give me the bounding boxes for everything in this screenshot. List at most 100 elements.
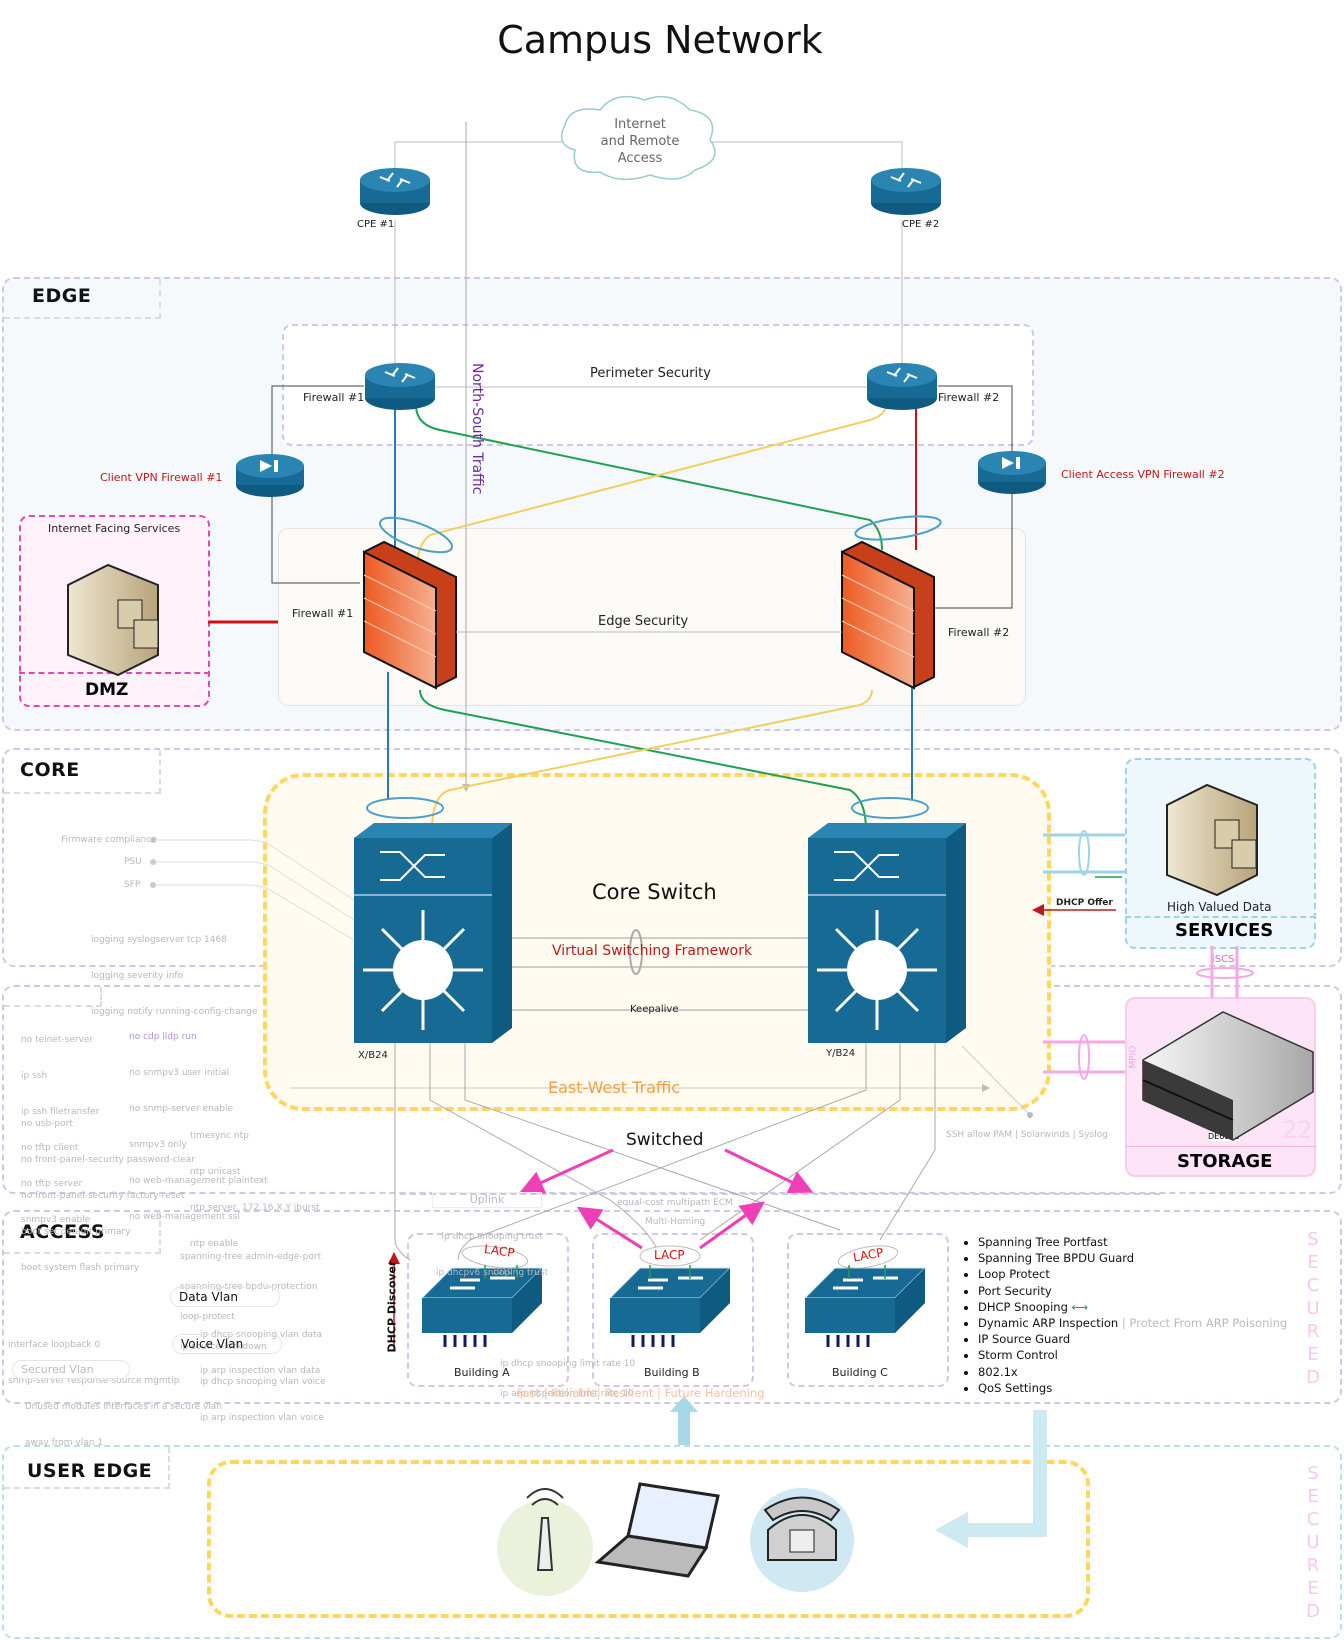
storage-array-icon [1142, 1011, 1314, 1141]
feature-dai: Dynamic ARP Inspection [978, 1316, 1119, 1331]
config-line: interface loopback 0 [8, 1340, 101, 1350]
edge-security-label: Edge Security [598, 614, 689, 629]
perimeter-firewall-1-icon [365, 363, 435, 410]
monitor-psu: PSU [124, 857, 142, 867]
access-switch-c-icon [803, 1267, 927, 1347]
secured-letter: D [1306, 1367, 1320, 1388]
secured-letter: S [1307, 1229, 1319, 1250]
perimeter-security-label: Perimeter Security [590, 366, 711, 381]
tagline: Fast | Reliable| Resilient | Future Hard… [517, 1386, 765, 1400]
feature-item: DHCP Snooping ⟷ [978, 1299, 1287, 1315]
switch-left-label: X/B24 [358, 1050, 388, 1061]
secured-letter: E [1307, 1578, 1319, 1599]
cpe1-label: CPE #1 [357, 219, 395, 230]
config-line: no snmpv3 user initial [129, 1068, 230, 1078]
config-line: timesync ntp [190, 1131, 249, 1141]
hardening-config: no usb-port no front-panel-security pass… [21, 1094, 195, 1286]
vpn2-label: Client Access VPN Firewall #2 [1061, 468, 1225, 481]
feature-item: Port Security [978, 1283, 1287, 1299]
dhcp-offer-label: DHCP Offer [1056, 898, 1113, 908]
switched-label: Switched [626, 1130, 704, 1150]
vpn2-link [935, 385, 1013, 609]
access-point-icon [497, 1488, 593, 1596]
config-line: no front-panel-security password-clear [21, 1155, 195, 1165]
monitor-firmware: Firmware compliance [61, 835, 157, 845]
edge-firewall-1-icon [362, 540, 457, 690]
core-switch-label: Core Switch [592, 880, 717, 904]
secured-letter: R [1306, 1555, 1320, 1576]
secured-letter: C [1306, 1275, 1320, 1296]
cpe2-label: CPE #2 [902, 219, 940, 230]
secured-letter: S [1307, 1463, 1319, 1484]
config-line: boot system flash primary [21, 1263, 140, 1273]
ecm-label: equal-cost multipath ECM [617, 1198, 733, 1208]
core-switch-right-icon [808, 823, 966, 1043]
perimeter-fw2-label: Firewall #2 [938, 391, 1000, 404]
logging-line: logging severity info [91, 971, 184, 981]
secured-letter: E [1307, 1344, 1319, 1365]
building-b-label: Building B [644, 1366, 700, 1379]
config-line: ip dhcp snooping trust [441, 1232, 543, 1242]
edge-fw2-label: Firewall #2 [948, 626, 1010, 639]
secured-letter: R [1306, 1321, 1320, 1342]
vsf-label: Virtual Switching Framework [552, 943, 753, 959]
client-vpn-1-icon [236, 454, 304, 497]
dmz-server-icon [67, 563, 159, 677]
secured-letter: U [1306, 1532, 1320, 1553]
feature-item: Dynamic ARP Inspection | Protect From AR… [978, 1315, 1287, 1331]
keepalive-label: Keepalive [630, 1004, 679, 1015]
config-line: Unused modules interfaces in a secure vl… [25, 1402, 223, 1412]
client-vpn-2-icon [978, 451, 1046, 494]
config-line: ip dhcp snooping limit rate 10 [500, 1359, 636, 1369]
ssh-note: SSH allow PAM | Solarwinds | Syslog [946, 1130, 1108, 1140]
feature-item: IP Source Guard [978, 1331, 1287, 1347]
perimeter-fw1-label: Firewall #1 [303, 391, 365, 404]
config-line: no usb-port [21, 1119, 73, 1129]
secured-letter: C [1306, 1509, 1320, 1530]
cloud-line-2: and Remote [600, 134, 680, 149]
feature-item: Spanning Tree BPDU Guard [978, 1250, 1287, 1266]
secured-letter: E [1307, 1252, 1319, 1273]
edge-fw1-label: Firewall #1 [292, 607, 354, 620]
cloud-link-right [712, 141, 903, 173]
feature-item: QoS Settings [978, 1380, 1287, 1396]
feature-item: Storm Control [978, 1347, 1287, 1363]
cloud-line-1: Internet [614, 117, 666, 132]
core-switch-left-icon [354, 823, 512, 1043]
config-line: no front-panel-security factory-reset [21, 1191, 185, 1201]
uplink-label: Uplink [432, 1192, 542, 1208]
cpe1-router-icon [360, 168, 430, 215]
arp-note: | Protect From ARP Poisoning [1121, 1316, 1288, 1331]
cloud-link-left [394, 141, 570, 173]
config-line: ntp server 172.16.X.Y iburst [190, 1203, 320, 1213]
east-west-label: East-West Traffic [548, 1078, 681, 1097]
data-vlan-label: Data Vlan [170, 1287, 280, 1307]
cloud-label: Internet and Remote Access [590, 116, 690, 167]
lacp-b-label: LACP [654, 1248, 685, 1262]
feature-item: Loop Protect [978, 1266, 1287, 1282]
secured-letter: D [1306, 1601, 1320, 1622]
ip-phone-icon [750, 1488, 854, 1592]
port-code: 1010 [492, 1267, 513, 1276]
edge-firewall-2-icon [840, 540, 935, 690]
multihoming-label: Multi-Homing [645, 1217, 706, 1227]
building-a-label: Building A [454, 1366, 510, 1379]
access-secured-label: S E C U R E D [1303, 1228, 1323, 1389]
laptop-icon [594, 1482, 720, 1588]
config-line: no telnet-server [21, 1035, 94, 1045]
north-south-label: North-South Traffic [469, 363, 485, 495]
feature-item: Spanning Tree Portfast [978, 1234, 1287, 1250]
cdp-config-line: no cdp lldp run [129, 1032, 197, 1042]
secured-letter: U [1306, 1298, 1320, 1319]
voice-vlan-label: Voice Vlan [172, 1334, 282, 1354]
services-server-icon [1166, 783, 1258, 897]
switch-right-label: Y/B24 [826, 1048, 856, 1059]
access-switch-b-icon [608, 1267, 732, 1347]
logging-line: logging syslogserver tcp 1468 [91, 935, 227, 945]
config-line: boot set default primary [21, 1227, 131, 1237]
feature-item: 802.1x [978, 1364, 1287, 1380]
access-features-list: Spanning Tree Portfast Spanning Tree BPD… [960, 1234, 1287, 1396]
feature-dhcp-snooping: DHCP Snooping [978, 1299, 1068, 1314]
perimeter-firewall-2-icon [867, 363, 937, 410]
config-line: away from vlan 1 [25, 1438, 104, 1448]
